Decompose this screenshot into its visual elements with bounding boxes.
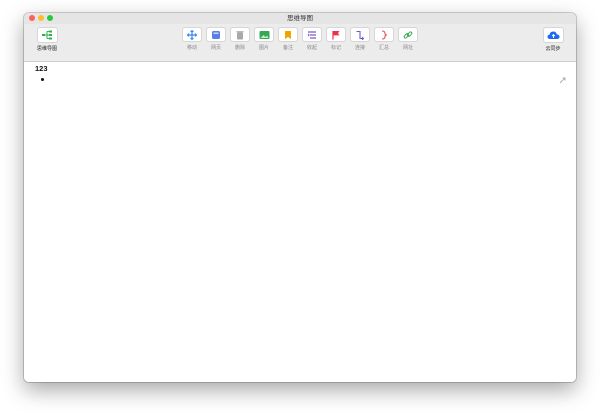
image-icon: [254, 27, 274, 42]
delete-label: 删除: [234, 45, 245, 51]
webpage-icon: [206, 27, 226, 42]
connect-icon: [350, 27, 370, 42]
summary-icon: [374, 27, 394, 42]
flag-icon: [326, 27, 346, 42]
cloud-upload-icon: [542, 27, 564, 43]
note-label: 备注: [282, 45, 293, 51]
mindmap-canvas[interactable]: 123: [24, 62, 576, 382]
link-icon: [398, 27, 418, 42]
cloud-sync-label: 云同步: [545, 46, 561, 52]
webpage-label: 网页: [210, 45, 221, 51]
collapse-icon: [302, 27, 322, 42]
app-window: 思维导图 思维导图 移动 网页 删除 图片 备注 收起 标记 连接 汇总 网址 …: [24, 13, 576, 382]
mindmap-icon: [36, 27, 58, 43]
move-label: 移动: [186, 45, 197, 51]
title-bar: 思维导图: [24, 13, 576, 24]
trash-icon: [230, 27, 250, 42]
flag-label: 标记: [330, 45, 341, 51]
link-label: 网址: [402, 45, 413, 51]
toolbar: 思维导图 移动 网页 删除 图片 备注 收起 标记 连接 汇总 网址 云同步: [24, 24, 576, 62]
mindmap-button[interactable]: 思维导图: [33, 27, 61, 52]
link-button[interactable]: 网址: [394, 27, 422, 51]
expand-icon[interactable]: [559, 69, 566, 84]
collapse-label: 收起: [306, 45, 317, 51]
summary-label: 汇总: [378, 45, 389, 51]
root-topic-node[interactable]: 123: [35, 64, 48, 73]
image-label: 图片: [258, 45, 269, 51]
window-title: 思维导图: [287, 14, 313, 22]
mindmap-label: 思维导图: [36, 46, 57, 52]
move-icon: [182, 27, 202, 42]
cloud-sync-button[interactable]: 云同步: [539, 27, 567, 52]
note-icon: [278, 27, 298, 42]
child-topic-node[interactable]: [41, 78, 44, 81]
connect-label: 连接: [354, 45, 365, 51]
